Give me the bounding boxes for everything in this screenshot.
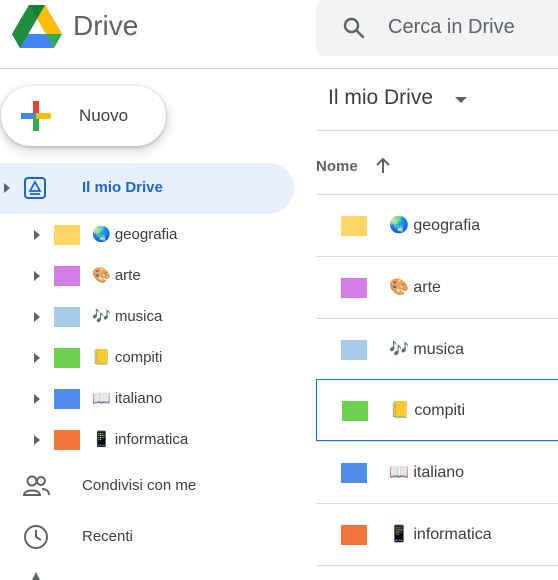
search-input[interactable]: Cerca in Drive [388,16,515,39]
folder-icon [341,340,367,360]
folder-icon [341,216,367,236]
folder-icon [341,278,367,298]
file-name: 📱 informatica [389,526,492,543]
folder-label: 🎨 arte [92,267,141,284]
sidebar-item-label: Condivisi con me [82,477,197,494]
folder-icon [342,401,368,421]
expand-arrow-icon[interactable] [34,312,40,322]
new-button-label: Nuovo [79,106,129,125]
expand-arrow-icon[interactable] [34,394,40,404]
sidebar-item-label: Recenti [82,528,133,545]
chevron-down-icon[interactable] [455,97,467,103]
folder-icon [341,463,367,483]
file-name: 🌏 geografia [389,217,481,234]
file-row-selected[interactable]: 📒 compiti [316,379,558,441]
folder-icon [54,430,80,450]
file-row[interactable]: 🎶 musica [316,318,558,380]
column-header-name[interactable]: Nome [316,158,358,175]
new-button[interactable]: Nuovo [1,86,166,146]
divider [316,565,558,566]
sort-arrow-up-icon[interactable] [374,156,392,176]
folder-label: 🌏 geografia [92,226,178,243]
file-name: 📖 italiano [389,464,465,481]
sidebar-folder-geografia[interactable]: 🌏 geografia [0,214,294,255]
folder-label: 📒 compiti [92,349,163,366]
expand-arrow-icon[interactable] [34,353,40,363]
sidebar-folder-compiti[interactable]: 📒 compiti [0,337,294,378]
clock-icon [24,525,48,549]
header: Drive Cerca in Drive [0,0,558,69]
sidebar-folder-italiano[interactable]: 📖 italiano [0,378,294,419]
file-row[interactable]: 📱 informatica [316,503,558,565]
folder-label: 📱 informatica [92,431,189,448]
sidebar-folder-arte[interactable]: 🎨 arte [0,255,294,296]
search-icon[interactable] [342,16,366,40]
my-drive-icon [24,177,46,199]
folder-label: 🎶 musica [92,308,163,325]
expand-arrow-icon[interactable] [4,183,10,193]
file-row[interactable]: 📖 italiano [316,441,558,503]
folder-icon [54,225,80,245]
sidebar-folder-musica[interactable]: 🎶 musica [0,296,294,337]
folder-icon [54,307,80,327]
folder-icon [341,525,367,545]
sidebar-item-label: Il mio Drive [82,179,163,196]
people-icon [22,475,50,496]
file-row[interactable]: 🌏 geografia [316,194,558,256]
page-title[interactable]: Il mio Drive [328,86,433,110]
sidebar-item-shared[interactable]: Condivisi con me [0,464,294,508]
expand-arrow-icon[interactable] [34,230,40,240]
expand-arrow-icon[interactable] [34,435,40,445]
expand-arrow-icon[interactable] [34,271,40,281]
folder-icon [54,348,80,368]
sidebar-folder-informatica[interactable]: 📱 informatica [0,419,294,460]
file-name: 🎶 musica [389,341,465,358]
folder-icon [54,389,80,409]
file-name: 📒 compiti [390,402,466,419]
partial-icon [32,572,40,580]
drive-logo-icon[interactable] [12,5,62,49]
folder-icon [54,266,80,286]
folder-label: 📖 italiano [92,390,163,407]
divider [316,130,558,131]
search-bar[interactable]: Cerca in Drive [316,0,558,56]
sidebar-item-recent[interactable]: Recenti [0,515,294,559]
brand-name: Drive [73,10,139,41]
file-row[interactable]: 🎨 arte [316,256,558,318]
file-name: 🎨 arte [389,279,441,296]
plus-icon [21,101,51,131]
